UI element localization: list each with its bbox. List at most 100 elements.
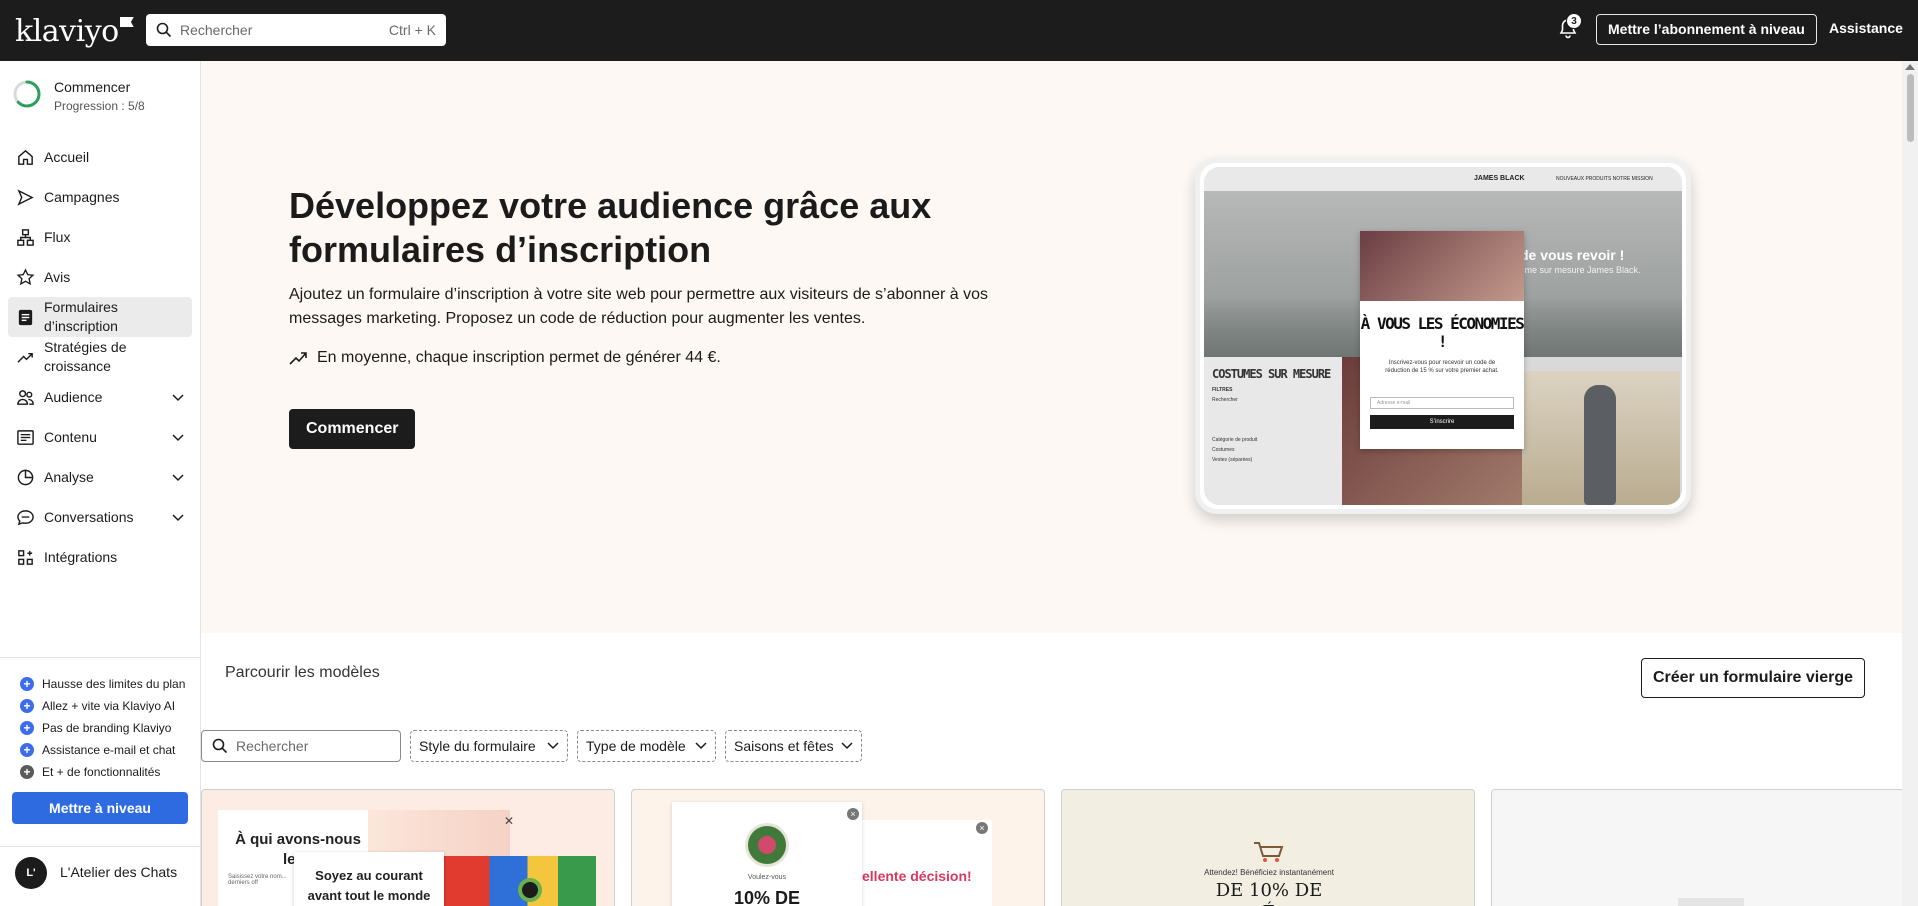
preview-filters-panel: COSTUMES SUR MESURE FILTRES Rechercher C…	[1204, 357, 1342, 505]
trend-icon	[17, 352, 33, 363]
sidebar-item-campagnes[interactable]: Campagnes	[8, 177, 192, 217]
logo-flag-icon	[119, 17, 134, 27]
trend-up-icon	[289, 352, 307, 365]
template-card[interactable]: À qui avons-nous le pl Saisissez votre n…	[201, 789, 615, 906]
sidebar-item-analyse[interactable]: Analyse	[8, 457, 192, 497]
template-artwork-circle	[518, 878, 542, 902]
sidebar-item-conversations[interactable]: Conversations	[8, 497, 192, 537]
sidebar-item-label: Conversations	[44, 509, 134, 525]
search-shortcut: Ctrl + K	[388, 22, 436, 38]
template-preview-panel	[1678, 898, 1744, 906]
search-placeholder: Rechercher	[236, 738, 309, 754]
shopping-cart-icon	[1254, 842, 1284, 862]
top-bar: klaviyo Rechercher Ctrl + K 3 Mettre l’a…	[0, 0, 1918, 61]
sidebar-item-formulaires[interactable]: Formulaires d’inscription	[8, 297, 192, 337]
plus-circle-icon: +	[20, 699, 34, 713]
sidebar-item-strategies[interactable]: Stratégies de croissance	[8, 337, 192, 377]
pie-chart-icon	[17, 469, 34, 486]
scrollbar-thumb[interactable]	[1907, 74, 1914, 142]
progress-ring-icon[interactable]	[12, 79, 42, 109]
templates-section-title: Parcourir les modèles	[225, 664, 380, 681]
get-started-button[interactable]: Commencer	[289, 409, 416, 449]
sidebar-item-label: Contenu	[44, 429, 97, 445]
preview-navbar: JAMES BLACK NOUVEAUX PRODUITS NOTRE MISS…	[1204, 167, 1682, 191]
sidebar: Commencer Progression : 5/8 Accueil Camp…	[0, 61, 201, 906]
page-title: Développez votre audience grâce aux form…	[289, 185, 932, 270]
popup-image	[1360, 231, 1524, 301]
preview-category: Catégorie de produit	[1212, 437, 1258, 443]
assistance-link[interactable]: Assistance	[1829, 20, 1903, 36]
filter-seasons[interactable]: Saisons et fêtes	[725, 730, 862, 762]
template-heading: Soyez au courant avant tout le monde	[307, 868, 431, 903]
preview-greeting: de vous revoir !	[1520, 247, 1625, 263]
upgrade-plan-button[interactable]: Mettre l’abonnement à niveau	[1596, 14, 1817, 45]
chat-icon	[17, 510, 34, 526]
chevron-down-icon	[172, 434, 184, 442]
template-subtext: Voulez-vous	[747, 874, 787, 881]
global-search-input[interactable]: Rechercher Ctrl + K	[146, 14, 446, 46]
filter-label: Type de modèle	[586, 738, 686, 754]
upgrade-perks-list: + Hausse des limites du plan + Allez + vit…	[20, 673, 185, 783]
perk-item: + Assistance e-mail et chat	[20, 739, 185, 761]
sidebar-item-accueil[interactable]: Accueil	[8, 137, 192, 177]
template-heading: DE 10% DE	[1215, 880, 1323, 901]
chevron-down-icon	[172, 394, 184, 402]
onboarding-title[interactable]: Commencer	[54, 79, 130, 95]
flower-image	[745, 823, 789, 867]
signup-form-preview-image: JAMES BLACK NOUVEAUX PRODUITS NOTRE MISS…	[1195, 158, 1691, 514]
send-icon	[17, 189, 34, 206]
template-card[interactable]: ellente décision! Voulez-vous 10% DE × ×	[631, 789, 1045, 906]
preview-option: Vestes (séparées)	[1212, 457, 1253, 463]
hero-banner: Développez votre audience grâce aux form…	[201, 61, 1902, 633]
preview-section-title: COSTUMES SUR MESURE	[1212, 367, 1331, 381]
preview-popup: À VOUS LES ÉCONOMIES ! Inscrivez-vous po…	[1360, 231, 1525, 449]
account-name[interactable]: L'Atelier des Chats	[60, 864, 177, 880]
chevron-down-icon	[841, 742, 853, 750]
klaviyo-logo[interactable]: klaviyo	[15, 14, 134, 49]
create-blank-form-button[interactable]: Créer un formulaire vierge	[1641, 658, 1865, 698]
template-heading: É	[1062, 902, 1474, 906]
sidebar-item-contenu[interactable]: Contenu	[8, 417, 192, 457]
plus-circle-icon: +	[20, 743, 34, 757]
sidebar-item-integrations[interactable]: Intégrations	[8, 537, 192, 577]
preview-search: Rechercher	[1212, 397, 1238, 403]
scroll-up-arrow-icon[interactable]	[1905, 64, 1915, 70]
sidebar-item-flux[interactable]: Flux	[8, 217, 192, 257]
sidebar-nav: Accueil Campagnes Flux Avis Formulaires …	[8, 137, 192, 577]
sidebar-item-avis[interactable]: Avis	[8, 257, 192, 297]
sidebar-item-audience[interactable]: Audience	[8, 377, 192, 417]
content-icon	[17, 430, 34, 445]
preview-screen: JAMES BLACK NOUVEAUX PRODUITS NOTRE MISS…	[1204, 167, 1682, 505]
plus-circle-icon: +	[20, 765, 34, 779]
hero-description: Ajoutez un formulaire d’inscription à vo…	[289, 286, 989, 327]
template-card[interactable]	[1491, 789, 1905, 906]
sidebar-item-label: Audience	[44, 389, 103, 405]
sidebar-item-label: Analyse	[44, 469, 94, 485]
page-scrollbar[interactable]	[1902, 61, 1918, 906]
account-avatar[interactable]: L'	[15, 857, 47, 889]
template-preview-panel: Soyez au courant avant tout le monde	[294, 852, 444, 906]
audience-icon	[17, 390, 34, 405]
preview-option: Costumes	[1212, 447, 1235, 453]
sidebar-item-label: Avis	[44, 269, 71, 285]
filter-label: Style du formulaire	[419, 738, 536, 754]
template-artwork	[444, 856, 596, 906]
close-icon: ×	[976, 822, 988, 834]
perk-item: + Et + de fonctionnalités	[20, 761, 185, 783]
filter-label: Saisons et fêtes	[734, 738, 834, 754]
sidebar-divider	[0, 846, 200, 847]
sidebar-upgrade-button[interactable]: Mettre à niveau	[12, 792, 188, 824]
popup-submit-button: S’inscrire	[1370, 415, 1514, 429]
plus-circle-icon: +	[20, 677, 34, 691]
sidebar-item-label: Flux	[44, 229, 71, 245]
filter-form-style[interactable]: Style du formulaire	[410, 730, 568, 762]
search-icon	[156, 22, 172, 38]
template-search-input[interactable]: Rechercher	[201, 730, 401, 762]
preview-greeting-sub: sme sur mesure James Black.	[1520, 265, 1641, 275]
preview-filters: FILTRES	[1212, 387, 1233, 393]
filter-template-type[interactable]: Type de modèle	[577, 730, 716, 762]
chevron-down-icon	[172, 474, 184, 482]
chevron-down-icon	[172, 514, 184, 522]
close-icon: ✕	[504, 814, 515, 828]
template-card[interactable]: Attendez! Bénéficiez instantanément DE 1…	[1061, 789, 1475, 906]
